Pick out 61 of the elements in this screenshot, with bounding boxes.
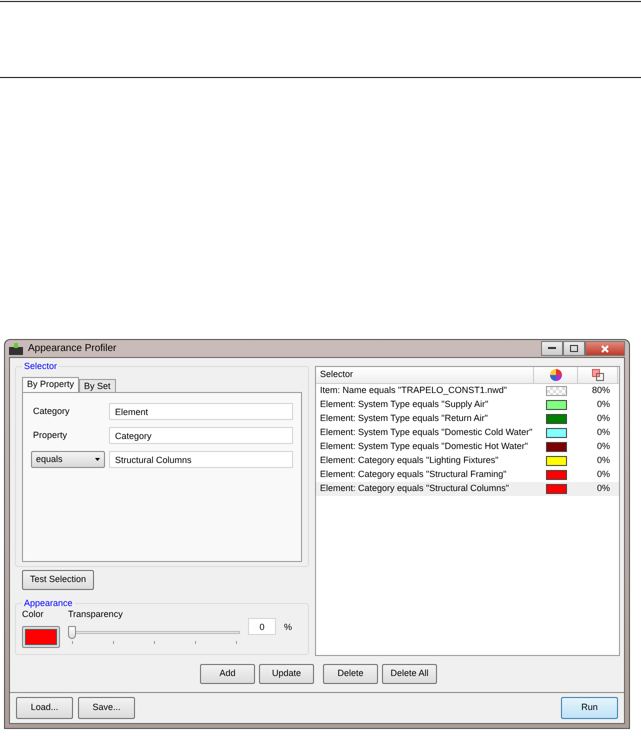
text-field[interactable]: Structural Columns bbox=[109, 451, 293, 468]
field-label: Category bbox=[32, 404, 71, 418]
tab[interactable]: By Set bbox=[79, 379, 116, 392]
minimize-icon bbox=[548, 347, 556, 350]
selector-text: Element: System Type equals "Supply Air" bbox=[319, 398, 490, 412]
list-action-button[interactable]: Add bbox=[200, 664, 255, 684]
group-title: Appearance bbox=[22, 598, 75, 609]
list-row[interactable]: Element: System Type equals "Domestic Cold Water" 0% bbox=[316, 426, 619, 440]
list-row[interactable]: Element: Category equals "Structural Columns" 0% bbox=[316, 482, 619, 496]
window-title: Appearance Profiler bbox=[28, 342, 116, 356]
color-picker-button[interactable] bbox=[22, 626, 60, 648]
transparency-value: 0% bbox=[596, 454, 611, 468]
selector-text: Element: System Type equals "Return Air" bbox=[319, 412, 489, 426]
list-row[interactable]: Element: System Type equals "Domestic Hot Water" 0% bbox=[316, 440, 619, 454]
text-field[interactable]: Category bbox=[109, 427, 293, 444]
footer-button[interactable]: Run bbox=[561, 697, 618, 719]
unit-label: % bbox=[284, 621, 292, 634]
selector-text: Item: Name equals "TRAPELO_CONST1.nwd" bbox=[319, 384, 508, 398]
color-label: Color bbox=[22, 608, 45, 621]
selector-text: Element: System Type equals "Domestic Cold Water" bbox=[319, 426, 534, 440]
app-icon bbox=[9, 342, 23, 354]
list-action-button[interactable]: Update bbox=[259, 664, 314, 684]
selector-text: Element: Category equals "Lighting Fixtures" bbox=[319, 454, 500, 468]
transparency-value: 0% bbox=[596, 468, 611, 482]
group-title: Selector bbox=[22, 361, 60, 372]
transparency-field[interactable]: 0 bbox=[248, 618, 276, 635]
caret-icon bbox=[95, 458, 100, 461]
transparency-slider[interactable] bbox=[68, 626, 240, 644]
list-row[interactable]: Element: Category equals "Lighting Fixtures" 0% bbox=[316, 454, 619, 468]
slider-thumb[interactable] bbox=[68, 626, 76, 638]
color-wheel-icon bbox=[550, 369, 562, 381]
transparency-value: 0% bbox=[596, 398, 611, 412]
selector-text: Element: Category equals "Structural Framing" bbox=[319, 468, 508, 482]
list-row[interactable]: Element: System Type equals "Supply Air" 0% bbox=[316, 398, 619, 412]
maximize-button[interactable] bbox=[563, 341, 585, 356]
field-label: Property bbox=[32, 428, 68, 442]
transparency-value: 0% bbox=[596, 482, 611, 496]
transparency-value: 80% bbox=[590, 384, 611, 398]
selector-text: Element: Category equals "Structural Columns" bbox=[319, 482, 510, 496]
tab[interactable]: By Property bbox=[22, 377, 80, 392]
minimize-button[interactable] bbox=[541, 341, 563, 356]
transparency-value: 0% bbox=[596, 426, 611, 440]
text-field[interactable]: Element bbox=[109, 403, 293, 420]
maximize-icon bbox=[570, 345, 578, 352]
transparency-value: 0% bbox=[596, 412, 611, 426]
transparency-label: Transparency bbox=[68, 608, 124, 621]
transparency-value: 0% bbox=[596, 440, 611, 454]
list-action-button[interactable]: Delete bbox=[323, 664, 378, 684]
operator-dropdown[interactable]: equals bbox=[31, 451, 105, 468]
color-swatch bbox=[546, 386, 566, 396]
list-row[interactable]: Element: Category equals "Structural Framing" 0% bbox=[316, 468, 619, 482]
footer-button[interactable]: Save... bbox=[78, 697, 135, 719]
test-selection-button[interactable]: Test Selection bbox=[22, 570, 94, 590]
close-button[interactable] bbox=[585, 341, 625, 356]
list-row[interactable]: Item: Name equals "TRAPELO_CONST1.nwd" 80% bbox=[316, 384, 619, 398]
selector-text: Element: System Type equals "Domestic Hot Water" bbox=[319, 440, 529, 454]
footer-button[interactable]: Load... bbox=[16, 697, 73, 719]
close-icon bbox=[601, 344, 609, 352]
list-action-button[interactable]: Delete All bbox=[382, 664, 437, 684]
list-row[interactable]: Element: System Type equals "Return Air" 0% bbox=[316, 412, 619, 426]
transparency-icon bbox=[592, 369, 604, 381]
